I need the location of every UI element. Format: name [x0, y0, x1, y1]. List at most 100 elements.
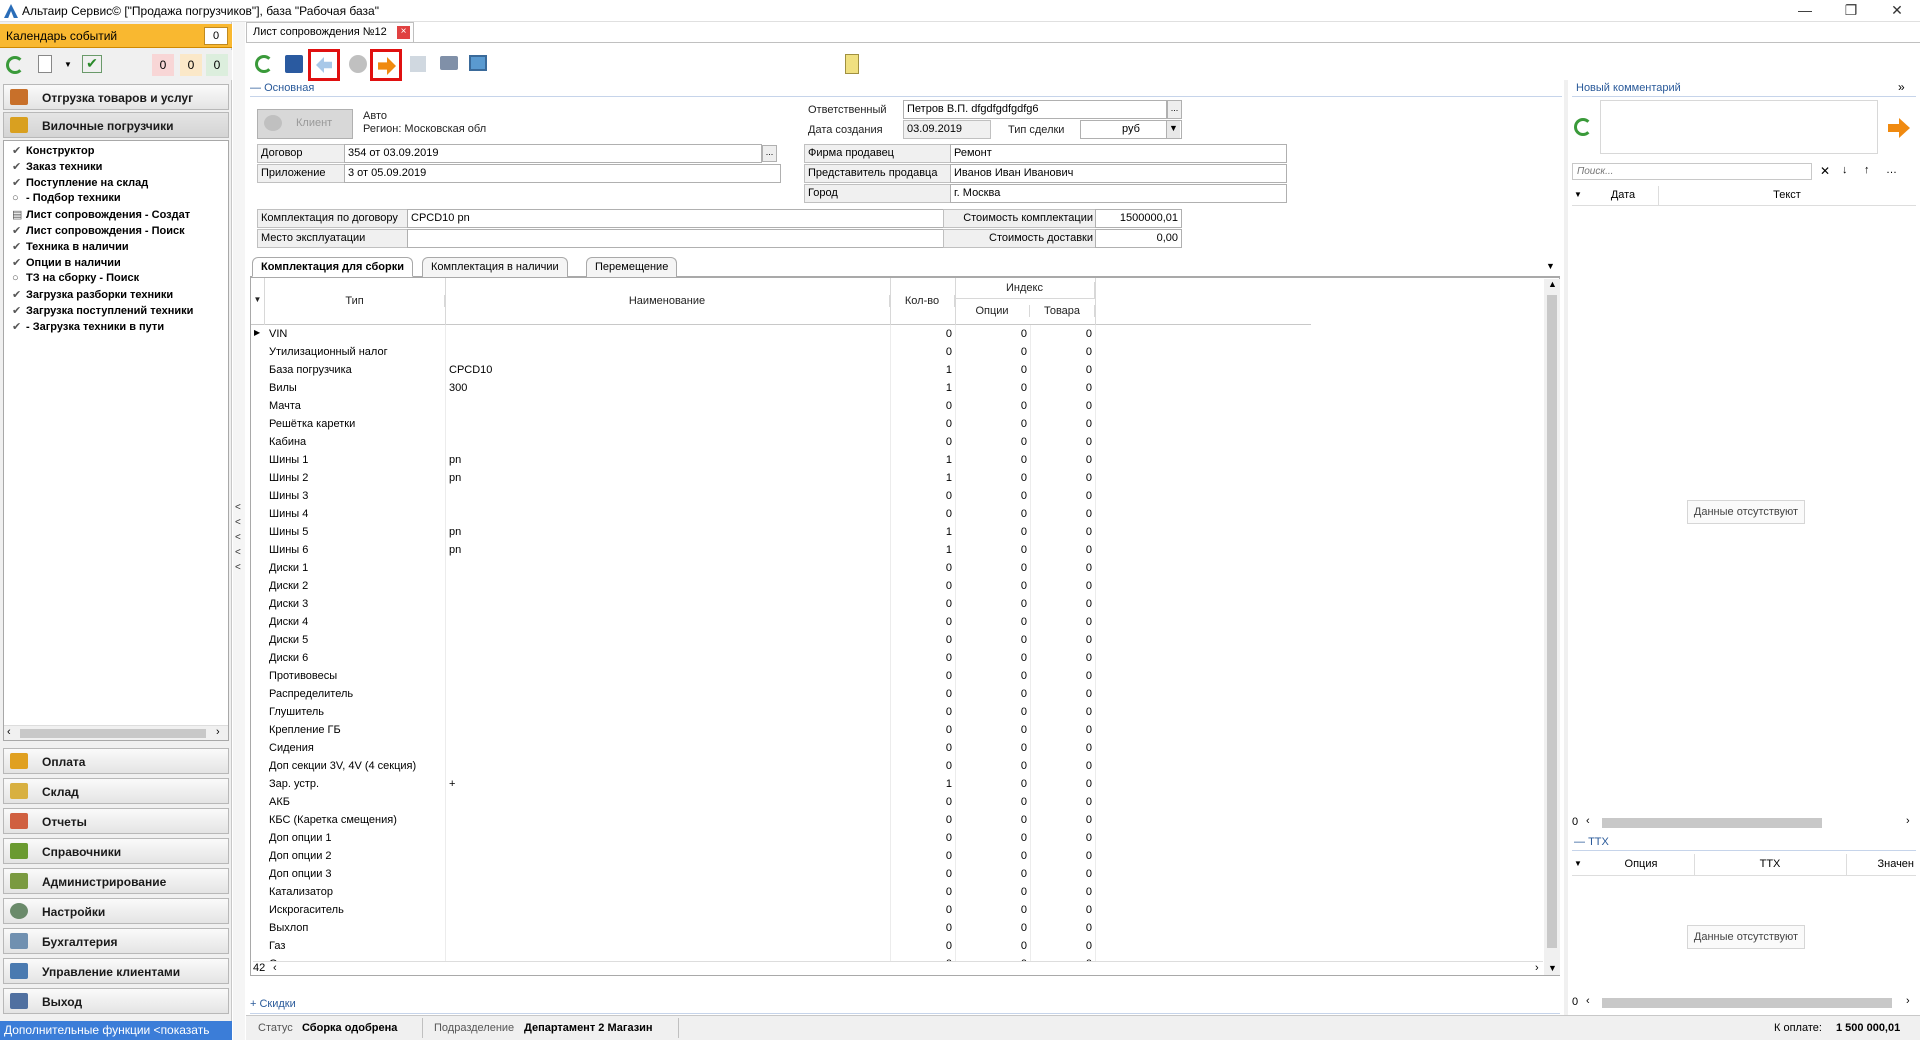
table-cell[interactable]: 0: [890, 724, 952, 736]
table-cell[interactable]: 0: [955, 652, 1027, 664]
table-cell[interactable]: 0: [955, 436, 1027, 448]
extra-functions-link[interactable]: Дополнительные функции <показать: [0, 1021, 232, 1040]
scroll-up-icon[interactable]: ▲: [1548, 279, 1557, 289]
back-arrow-button[interactable]: [308, 49, 340, 81]
table-cell[interactable]: 0: [890, 670, 952, 682]
col-type[interactable]: Тип: [265, 295, 445, 307]
table-cell[interactable]: Шины 3: [269, 490, 445, 502]
tree-item[interactable]: ✔ Конструктор: [12, 144, 94, 160]
table-cell[interactable]: 0: [1030, 886, 1092, 898]
table-cell[interactable]: Противовесы: [269, 670, 445, 682]
table-cell[interactable]: 0: [1030, 580, 1092, 592]
table-cell[interactable]: 0: [1030, 634, 1092, 646]
close-window-button[interactable]: ✕: [1874, 0, 1920, 22]
table-cell[interactable]: 1: [890, 382, 952, 394]
table-row[interactable]: АКБ 0 0 0: [251, 793, 1311, 811]
table-cell[interactable]: +: [449, 778, 889, 790]
appendix-field[interactable]: 3 от 05.09.2019: [344, 164, 781, 183]
table-cell[interactable]: 0: [1030, 454, 1092, 466]
nav-payment[interactable]: Оплата: [3, 748, 229, 774]
table-cell[interactable]: Крепление ГБ: [269, 724, 445, 736]
table-cell[interactable]: Глушитель: [269, 706, 445, 718]
table-cell[interactable]: Доп опции 1: [269, 832, 445, 844]
nav-shipment[interactable]: Отгрузка товаров и услуг: [3, 84, 229, 110]
table-cell[interactable]: Доп опции 2: [269, 850, 445, 862]
table-cell[interactable]: 0: [955, 850, 1027, 862]
table-cell[interactable]: 0: [890, 616, 952, 628]
table-cell[interactable]: 0: [1030, 814, 1092, 826]
scroll-right-icon[interactable]: ›: [1535, 962, 1539, 974]
table-cell[interactable]: 0: [955, 364, 1027, 376]
table-cell[interactable]: 0: [890, 850, 952, 862]
scroll-right-icon[interactable]: ›: [1906, 815, 1910, 827]
checklist-icon[interactable]: ✔: [82, 55, 102, 73]
nav-settings[interactable]: Настройки: [3, 898, 229, 924]
scroll-thumb[interactable]: [20, 729, 206, 738]
send-comment-icon[interactable]: [1888, 118, 1910, 138]
table-cell[interactable]: 0: [890, 562, 952, 574]
settings-button[interactable]: [346, 52, 370, 76]
table-cell[interactable]: 0: [955, 904, 1027, 916]
tab-transfer[interactable]: Перемещение: [586, 257, 678, 277]
table-cell[interactable]: 0: [955, 562, 1027, 574]
table-cell[interactable]: Газ: [269, 940, 445, 952]
pane-splitter[interactable]: < < < < <: [233, 22, 245, 1040]
table-cell[interactable]: 0: [890, 652, 952, 664]
tree-item[interactable]: ▤ Лист сопровождения - Создат: [12, 208, 190, 224]
col-goods[interactable]: Товара: [1030, 305, 1095, 317]
table-row[interactable]: Мачта 0 0 0: [251, 397, 1311, 415]
table-cell[interactable]: Шины 1: [269, 454, 445, 466]
table-cell[interactable]: 0: [890, 886, 952, 898]
table-cell[interactable]: Диски 2: [269, 580, 445, 592]
filter-icon[interactable]: ▼: [251, 278, 265, 325]
table-cell[interactable]: Сидения: [269, 742, 445, 754]
chevron-down-icon[interactable]: ▼: [1166, 121, 1180, 138]
table-row[interactable]: Утилизационный налог 0 0 0: [251, 343, 1311, 361]
table-cell[interactable]: 0: [955, 454, 1027, 466]
clear-icon[interactable]: ✕: [1820, 164, 1830, 178]
table-cell[interactable]: Катализатор: [269, 886, 445, 898]
tree-item[interactable]: ✔ - Загрузка техники в пути: [12, 320, 164, 336]
scroll-left-icon[interactable]: ‹: [7, 726, 11, 738]
chevron-down-icon[interactable]: ▼: [64, 60, 72, 69]
restore-button[interactable]: ❐: [1828, 0, 1874, 22]
table-cell[interactable]: 0: [955, 724, 1027, 736]
col-value[interactable]: Значен: [1850, 858, 1914, 870]
table-cell[interactable]: 1: [890, 472, 952, 484]
collapse-arrows-icon[interactable]: < < < < <: [235, 500, 241, 575]
table-cell[interactable]: 0: [890, 706, 952, 718]
table-cell[interactable]: 1: [890, 364, 952, 376]
document-tab[interactable]: Лист сопровождения №12 ×: [246, 22, 414, 42]
comment-input[interactable]: [1600, 100, 1878, 154]
table-cell[interactable]: 0: [890, 634, 952, 646]
table-cell[interactable]: 0: [890, 814, 952, 826]
table-cell[interactable]: 0: [955, 778, 1027, 790]
col-name[interactable]: Наименование: [445, 295, 890, 307]
table-cell[interactable]: 0: [890, 580, 952, 592]
table-cell[interactable]: 0: [1030, 328, 1092, 340]
notes-button[interactable]: [840, 52, 864, 76]
place-field[interactable]: [407, 229, 945, 248]
tree-item[interactable]: ✔ Техника в наличии: [12, 240, 129, 256]
table-cell[interactable]: Искрогаситель: [269, 904, 445, 916]
table-cell[interactable]: Распределитель: [269, 688, 445, 700]
nav-reports[interactable]: Отчеты: [3, 808, 229, 834]
table-cell[interactable]: pn: [449, 544, 889, 556]
tree-item[interactable]: ✔ Заказ техники: [12, 160, 102, 176]
table-row[interactable]: ▶ VIN 0 0 0: [251, 325, 1311, 343]
table-cell[interactable]: 1: [890, 544, 952, 556]
seller-field[interactable]: Ремонт: [950, 144, 1287, 163]
table-cell[interactable]: Доп опции 3: [269, 868, 445, 880]
discounts-section-header[interactable]: + Скидки: [250, 998, 1560, 1014]
table-cell[interactable]: 0: [890, 436, 952, 448]
table-cell[interactable]: 0: [890, 796, 952, 808]
table-row[interactable]: Шины 6 pn 1 0 0: [251, 541, 1311, 559]
forward-arrow-button[interactable]: [370, 49, 402, 81]
table-cell[interactable]: 0: [955, 742, 1027, 754]
table-cell[interactable]: pn: [449, 472, 889, 484]
table-cell[interactable]: 300: [449, 382, 889, 394]
table-cell[interactable]: 0: [890, 940, 952, 952]
table-cell[interactable]: 0: [1030, 868, 1092, 880]
table-cell[interactable]: pn: [449, 526, 889, 538]
scroll-right-icon[interactable]: ›: [216, 726, 220, 738]
